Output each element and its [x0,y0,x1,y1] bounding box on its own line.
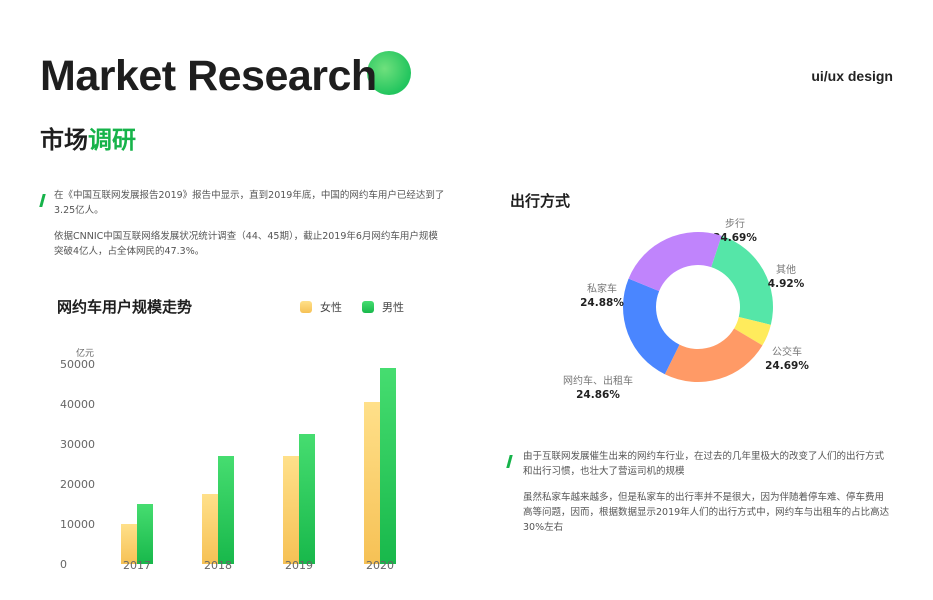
intro-slash-marker [39,194,46,207]
y-tick-label: 40000 [60,398,95,411]
donut-label-name-3: 网约车、出租车 [563,374,633,387]
donut-chart-title: 出行方式 [510,192,571,210]
donut-slice-4 [628,232,722,292]
legend-label-female: 女性 [320,301,342,314]
bar-female-2018 [202,494,218,564]
intro-paragraph-1: 在《中国互联网发展报告2019》报告中显示，直到2019年底，中国的网约车用户已… [54,190,445,216]
page-title: Market Research [40,52,377,100]
y-tick-label: 30000 [60,438,95,451]
x-tick-label-2018: 2018 [204,559,232,572]
bar-male-2019 [299,434,315,564]
donut-slice-3 [623,278,680,375]
donut-label-name-4: 私家车 [587,282,617,295]
y-tick-label: 10000 [60,518,95,531]
x-tick-label-2020: 2020 [366,559,394,572]
legend-swatch-male [362,301,374,313]
bar-male-2020 [380,368,396,564]
donut-label-value-2: 24.69% [765,360,809,372]
bar-chart-legend: 女性 男性 [300,299,404,315]
donut-label-value-4: 24.88% [580,297,624,309]
bar-male-2018 [218,456,234,564]
donut-slice-0 [711,235,773,325]
donut-label-value-1: 4.92% [768,278,805,290]
legend-swatch-female [300,301,312,313]
legend-item-female: 女性 [300,299,342,315]
x-tick-label-2017: 2017 [123,559,151,572]
legend-item-male: 男性 [362,299,404,315]
x-tick-label-2019: 2019 [285,559,313,572]
page-subtitle-part2: 调研 [88,126,136,154]
page-subtitle: 市场调研 [40,120,136,155]
bar-female-2019 [283,456,299,564]
donut-label-name-1: 其他 [776,263,796,276]
bar-chart-title: 网约车用户规模走势 [57,298,193,316]
donut-label-name-2: 公交车 [772,345,802,358]
intro-text: 在《中国互联网发展报告2019》报告中显示，直到2019年底，中国的网约车用户已… [54,188,446,259]
design-tag: ui/ux design [811,68,893,84]
y-tick-label: 20000 [60,478,95,491]
y-tick-label: 50000 [60,358,95,371]
intro-paragraph-2: 依据CNNIC中国互联网络发展状况统计调查（44、45期），截止2019年6月网… [54,231,438,257]
y-tick-label: 0 [60,558,67,571]
bar-female-2017 [121,524,137,564]
travel-paragraph-2: 虽然私家车越来越多，但是私家车的出行率并不是很大，因为伴随着停车难、停车费用高等… [523,492,890,533]
donut-label-value-3: 24.86% [576,389,620,401]
legend-label-male: 男性 [382,301,404,314]
bar-male-2017 [137,504,153,564]
travel-paragraph-1: 由于互联网发展催生出来的网约车行业，在过去的几年里极大的改变了人们的出行方式和出… [523,451,885,477]
bar-chart: 亿元010000200003000040000500002017 2018 2019… [60,347,396,572]
page-subtitle-part1: 市场 [40,126,88,154]
travel-text: 由于互联网发展催生出来的网约车行业，在过去的几年里极大的改变了人们的出行方式和出… [523,449,893,535]
bar-female-2020 [364,402,380,564]
donut-chart: 步行24.69%其他4.92%公交车24.69%网约车、出租车24.86%私家车… [563,217,809,401]
travel-slash-marker [506,455,513,468]
donut-label-name-0: 步行 [725,217,745,230]
